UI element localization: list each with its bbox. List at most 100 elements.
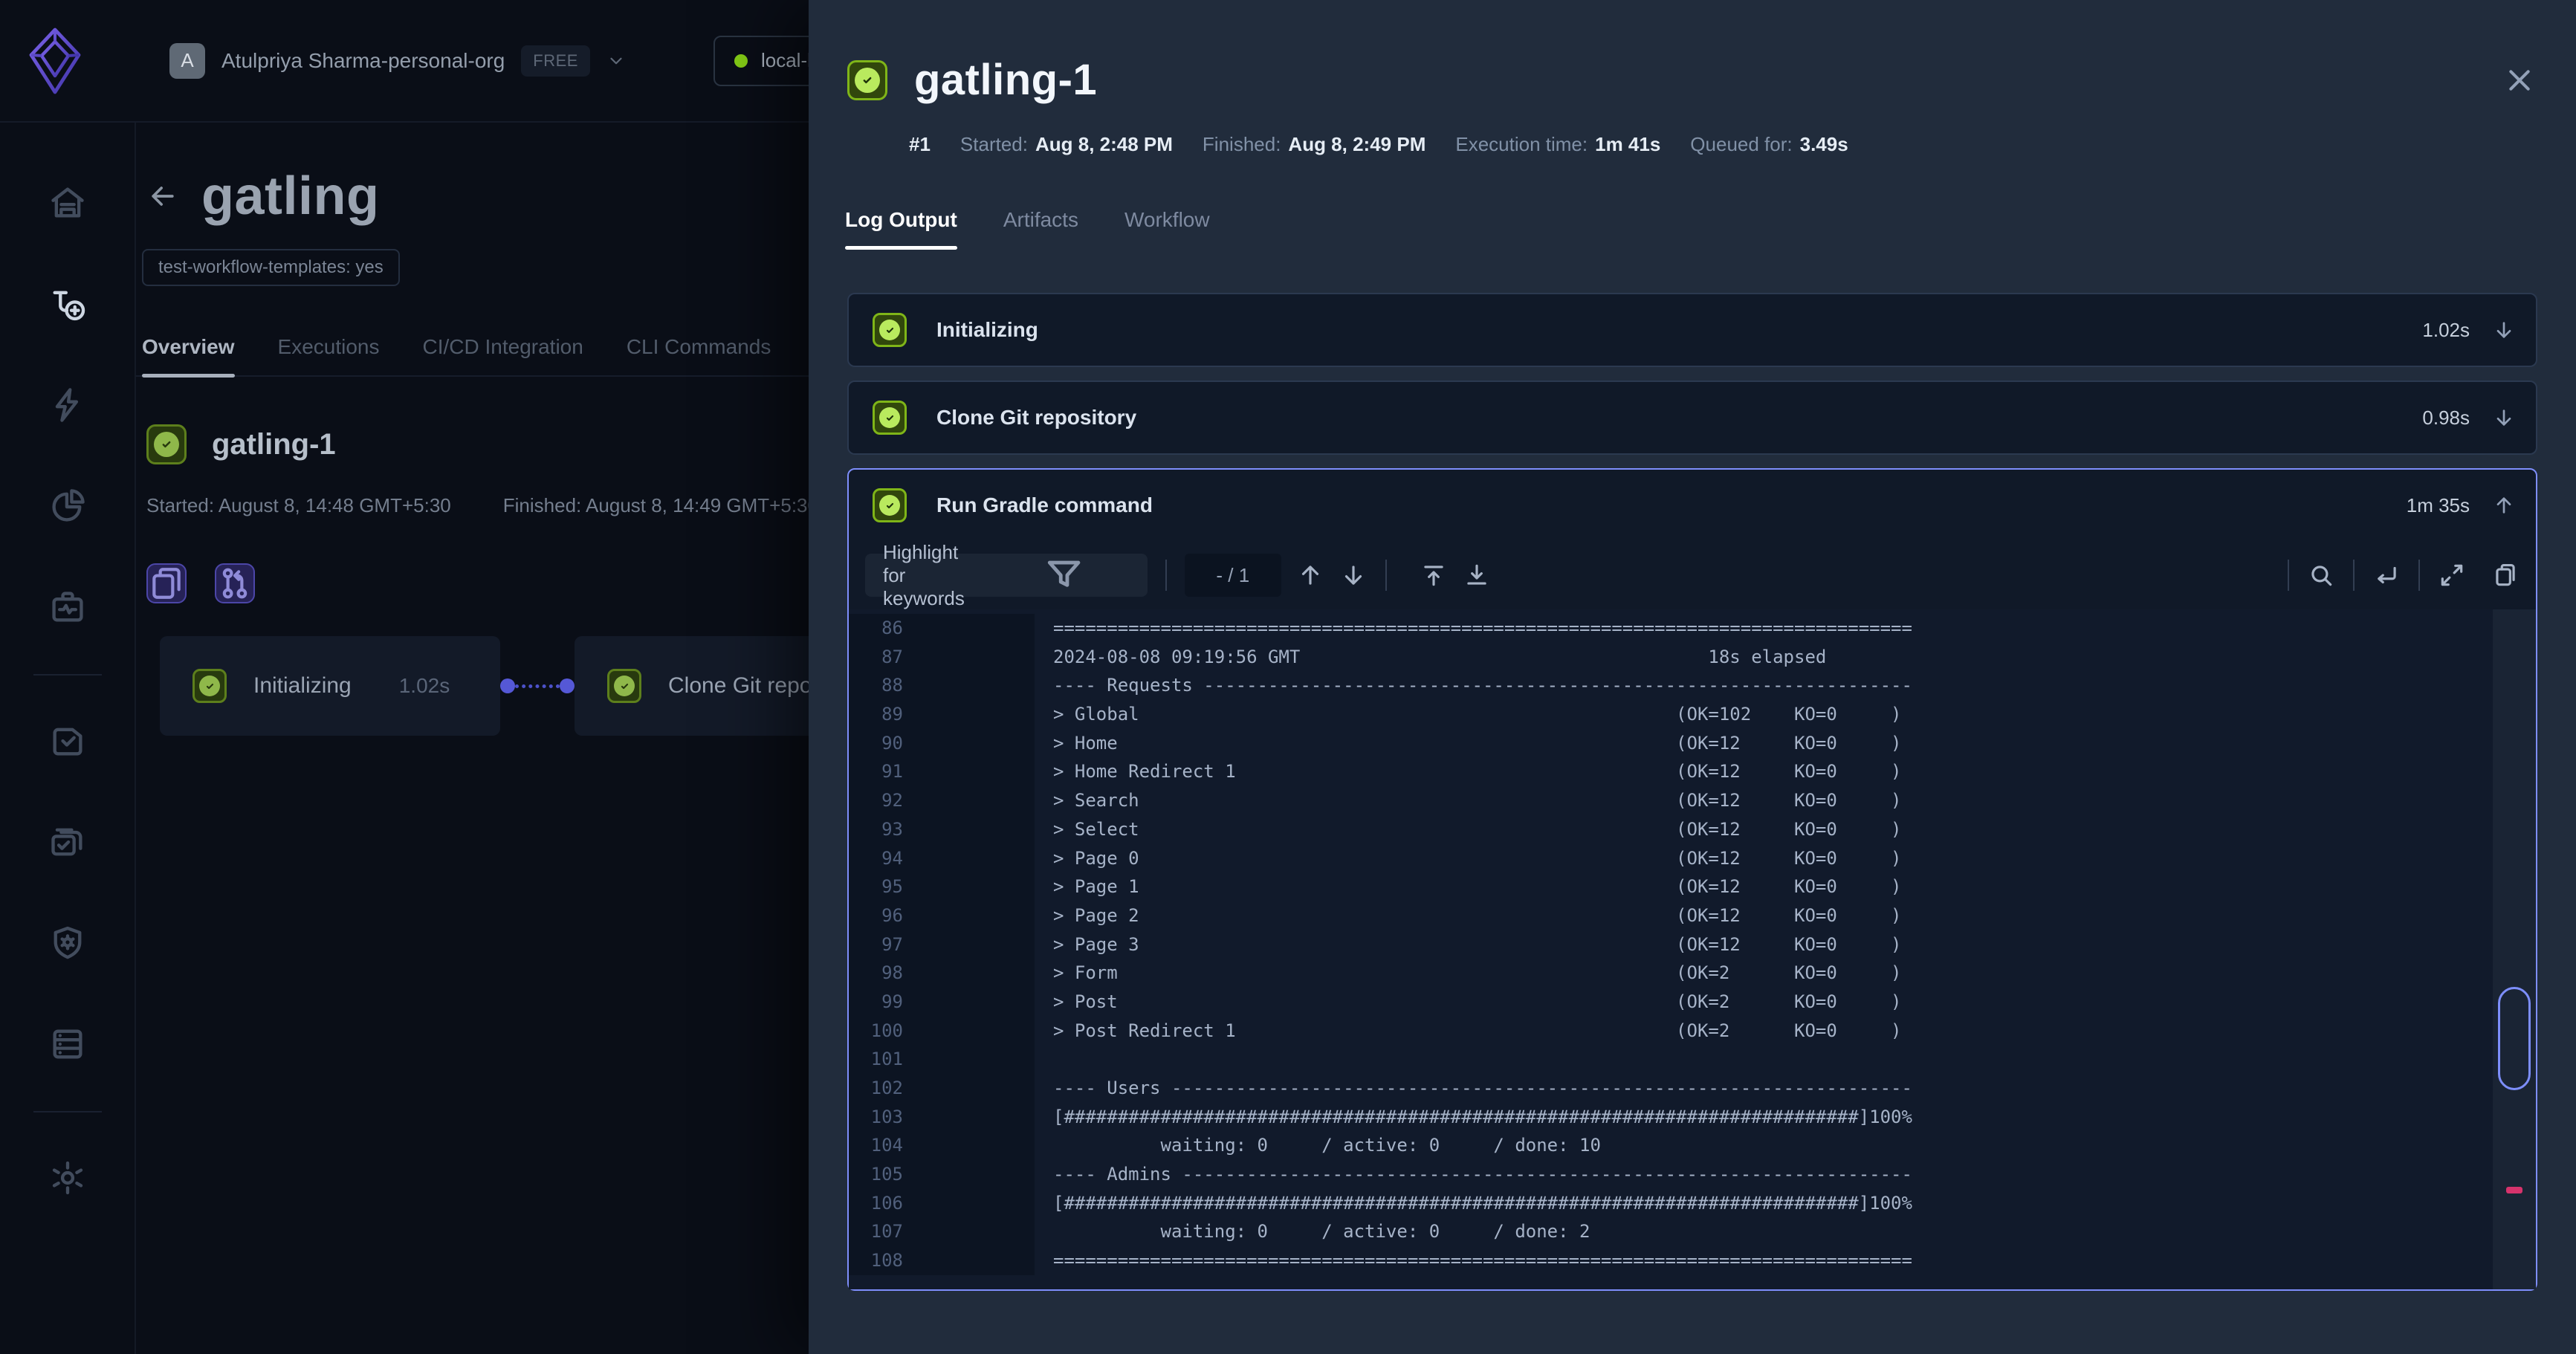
org-name: Atulpriya Sharma-personal-org <box>221 49 505 73</box>
meta-value: Aug 8, 2:49 PM <box>1288 133 1425 156</box>
drawer-title: gatling-1 <box>914 55 1097 105</box>
tab-cli-commands[interactable]: CLI Commands <box>627 335 771 375</box>
step-header[interactable]: Run Gradle command 1m 35s <box>849 470 2536 541</box>
log-line: 97> Page 3 (OK=12 KO=0 ) <box>849 930 2536 959</box>
tab-cicd-integration[interactable]: CI/CD Integration <box>423 335 583 375</box>
arrow-down-icon[interactable] <box>2492 318 2516 342</box>
toolbar-divider <box>2288 560 2289 591</box>
meta-label: Finished: <box>1203 133 1281 156</box>
copy-log-icon[interactable] <box>2491 561 2520 589</box>
arrow-up-icon[interactable] <box>2492 493 2516 517</box>
log-line: 95> Page 1 (OK=12 KO=0 ) <box>849 872 2536 901</box>
log-line: 86======================================… <box>849 614 2536 643</box>
step-label: Run Gradle command <box>936 493 1153 517</box>
log-line-text: [#######################################… <box>1035 1189 1912 1218</box>
rail-divider <box>33 674 102 676</box>
step-clone-git-repository: Clone Git repository 0.98s <box>847 380 2537 455</box>
log-line-text: > Post Redirect 1 (OK=2 KO=0 ) <box>1035 1017 1902 1046</box>
executors-shield-gear-icon[interactable] <box>48 924 87 962</box>
tests-box-check-icon[interactable] <box>48 722 87 760</box>
step-header[interactable]: Clone Git repository 0.98s <box>849 382 2536 453</box>
org-selector[interactable]: A Atulpriya Sharma-personal-org FREE <box>169 43 626 79</box>
step-duration: 0.98s <box>2422 406 2470 430</box>
home-icon[interactable] <box>48 184 87 222</box>
log-line: 106[####################################… <box>849 1189 2536 1218</box>
meta-value: 3.49s <box>1800 133 1848 156</box>
org-avatar: A <box>169 43 205 79</box>
word-wrap-icon[interactable] <box>2372 561 2401 589</box>
expand-fullscreen-icon[interactable] <box>2438 561 2466 589</box>
log-line-text: > Page 0 (OK=12 KO=0 ) <box>1035 844 1902 873</box>
step-run-gradle-command: Run Gradle command 1m 35s Highlight for … <box>847 468 2537 1291</box>
step-header[interactable]: Initializing 1.02s <box>849 294 2536 366</box>
highlight-keywords-button[interactable]: Highlight for keywords <box>865 554 1148 597</box>
create-test-workflow-icon[interactable] <box>48 285 87 323</box>
log-line-number: 103 <box>849 1103 1035 1132</box>
test-suites-stack-icon[interactable] <box>48 823 87 861</box>
sources-server-icon[interactable] <box>48 1025 87 1063</box>
log-line-number: 92 <box>849 786 1035 815</box>
log-line-text: > Post (OK=2 KO=0 ) <box>1035 988 1902 1017</box>
log-line-number: 95 <box>849 872 1035 901</box>
log-line-number: 104 <box>849 1131 1035 1160</box>
testkube-logo-icon <box>28 27 82 95</box>
log-line: 89> Global (OK=102 KO=0 ) <box>849 700 2536 729</box>
git-compare-button[interactable] <box>215 563 255 603</box>
tab-overview[interactable]: Overview <box>142 335 235 375</box>
log-scrollbar-thumb[interactable] <box>2498 987 2531 1090</box>
log-line-number: 94 <box>849 844 1035 873</box>
log-viewer[interactable]: 86======================================… <box>849 609 2536 1289</box>
node-duration: 1.02s <box>399 674 450 698</box>
settings-gear-icon[interactable] <box>48 1159 87 1197</box>
workflow-node-initializing[interactable]: Initializing 1.02s <box>160 636 500 736</box>
arrow-down-icon[interactable] <box>2492 406 2516 430</box>
back-arrow-icon[interactable] <box>146 180 179 213</box>
log-line: 96> Page 2 (OK=12 KO=0 ) <box>849 901 2536 930</box>
status-passed-icon <box>192 669 227 703</box>
toolbar-divider <box>1385 560 1387 591</box>
log-scrollbar-track[interactable] <box>2493 609 2536 1289</box>
log-toolbar: Highlight for keywords - / 1 <box>849 541 2536 609</box>
toolbar-divider <box>2353 560 2355 591</box>
log-line-number: 106 <box>849 1189 1035 1218</box>
rail-divider <box>33 1111 102 1112</box>
env-status-dot <box>734 54 748 68</box>
log-line-text: waiting: 0 / active: 0 / done: 2 <box>1035 1217 1590 1246</box>
tab-artifacts[interactable]: Artifacts <box>1003 208 1078 250</box>
toolbar-divider <box>2418 560 2420 591</box>
log-line: 103[####################################… <box>849 1103 2536 1132</box>
prev-match-arrow-up-icon[interactable] <box>1296 561 1324 589</box>
log-line-text: 2024-08-08 09:19:56 GMT 18s elapsed <box>1035 643 1826 672</box>
search-icon[interactable] <box>2307 561 2335 589</box>
execution-meta: #1 Started:Aug 8, 2:48 PM Finished:Aug 8… <box>909 133 2576 156</box>
step-label: Initializing <box>936 318 1038 342</box>
scroll-to-top-icon[interactable] <box>1420 561 1448 589</box>
triggers-lightning-icon[interactable] <box>48 386 87 424</box>
log-line-number: 107 <box>849 1217 1035 1246</box>
tab-workflow[interactable]: Workflow <box>1124 208 1210 250</box>
log-line-text: > Select (OK=12 KO=0 ) <box>1035 815 1902 844</box>
status-passed-icon <box>607 669 641 703</box>
step-duration: 1.02s <box>2422 319 2470 342</box>
tab-executions[interactable]: Executions <box>278 335 380 375</box>
step-label: Clone Git repository <box>936 406 1136 430</box>
scrollbar-match-marker <box>2506 1187 2522 1193</box>
step-initializing: Initializing 1.02s <box>847 293 2537 367</box>
log-line-text: > Home (OK=12 KO=0 ) <box>1035 729 1902 758</box>
copy-button[interactable] <box>146 563 187 603</box>
next-match-arrow-down-icon[interactable] <box>1339 561 1368 589</box>
execution-name[interactable]: gatling-1 <box>212 428 336 461</box>
log-line-text: > Page 2 (OK=12 KO=0 ) <box>1035 901 1902 930</box>
scroll-to-bottom-icon[interactable] <box>1463 561 1491 589</box>
monitoring-badge-icon[interactable] <box>48 588 87 626</box>
run-number: #1 <box>909 133 931 156</box>
log-line: 102---- Users --------------------------… <box>849 1074 2536 1103</box>
node-label: Initializing <box>253 673 352 699</box>
status-passed-icon <box>873 488 907 522</box>
insights-pie-chart-icon[interactable] <box>48 487 87 525</box>
log-line-number: 102 <box>849 1074 1035 1103</box>
close-icon[interactable] <box>2505 65 2534 95</box>
tab-log-output[interactable]: Log Output <box>845 208 957 250</box>
log-line-number: 101 <box>849 1045 1035 1074</box>
status-passed-icon <box>146 424 187 464</box>
